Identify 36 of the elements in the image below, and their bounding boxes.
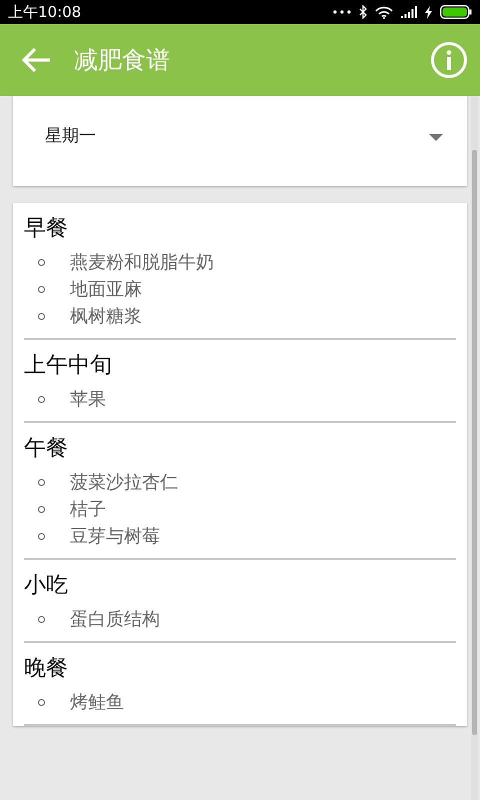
food-item: 燕麦粉和脱脂牛奶 [70, 251, 214, 275]
bullet-icon [38, 286, 45, 293]
meal-title: 小吃 [24, 572, 69, 600]
charging-icon [425, 6, 432, 18]
bullet-icon [38, 479, 45, 486]
app-title: 减肥食谱 [74, 45, 171, 76]
food-item: 烤鲑鱼 [70, 691, 124, 715]
food-item: 苹果 [70, 388, 106, 412]
bullet-icon [38, 313, 45, 320]
meal-title: 上午中旬 [24, 352, 113, 380]
meal-title: 晚餐 [24, 655, 69, 683]
battery-icon [440, 5, 472, 19]
meal-title: 午餐 [24, 435, 69, 463]
more-dots-icon [333, 10, 351, 14]
food-item: 菠菜沙拉杏仁 [70, 471, 178, 495]
bullet-icon [38, 616, 45, 623]
wifi-icon [375, 6, 393, 18]
bullet-icon [38, 259, 45, 266]
back-button[interactable] [20, 46, 52, 74]
bullet-icon [38, 396, 45, 403]
status-time: 上午10:08 [8, 2, 82, 23]
bluetooth-icon [359, 5, 367, 19]
signal-icon [401, 6, 417, 18]
scrollbar-thumb[interactable] [472, 150, 477, 735]
bullet-icon [38, 506, 45, 513]
food-item: 蛋白质结构 [70, 608, 160, 632]
bullet-icon [38, 699, 45, 706]
meal-title: 早餐 [24, 215, 69, 243]
day-dropdown[interactable]: 星期一 [13, 96, 467, 186]
food-item: 豆芽与树莓 [70, 525, 160, 549]
food-item: 地面亚麻 [70, 278, 142, 302]
dropdown-caret-icon [429, 134, 443, 140]
bullet-icon [38, 533, 45, 540]
food-item: 桔子 [70, 498, 106, 522]
info-button[interactable] [430, 41, 468, 79]
food-item: 枫树糖浆 [70, 305, 142, 329]
